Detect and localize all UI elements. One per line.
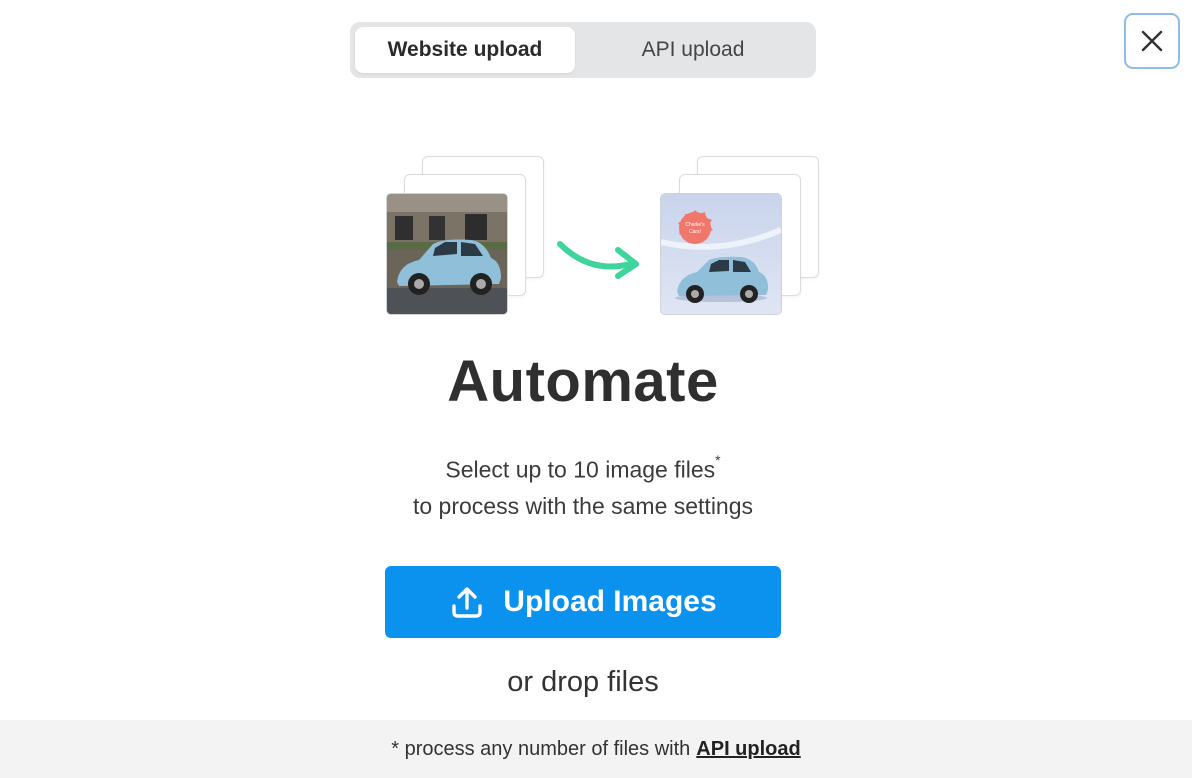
- tab-api-upload[interactable]: API upload: [575, 27, 811, 73]
- close-button[interactable]: [1124, 13, 1180, 69]
- close-icon: [1141, 30, 1163, 52]
- description-line-2: to process with the same settings: [412, 492, 754, 519]
- upload-icon: [449, 584, 485, 620]
- page-title: Automate: [447, 349, 719, 414]
- upload-mode-tabs: Website upload API upload: [350, 22, 816, 78]
- api-upload-link[interactable]: API upload: [696, 738, 800, 761]
- footer-text: * process any number of files with: [391, 737, 691, 760]
- footer-note: * process any number of files with API u…: [0, 720, 1192, 778]
- upload-images-button[interactable]: Upload Images: [385, 566, 781, 638]
- transform-arrow-icon: [557, 241, 639, 279]
- footnote-mark: *: [715, 452, 721, 468]
- description-line-1: Select up to 10 image files: [445, 456, 716, 483]
- upload-images-label: Upload Images: [503, 585, 717, 618]
- processed-car-photo: Charlie's Cars!: [660, 193, 782, 315]
- drop-files-hint: or drop files: [507, 666, 659, 698]
- description: Select up to 10 image files* to process …: [0, 446, 1166, 524]
- automate-illustration: Charlie's Cars!: [380, 150, 830, 320]
- svg-text:Charlie's: Charlie's: [685, 222, 705, 228]
- upload-dialog: Website upload API upload Charlie's Cars…: [0, 0, 1192, 778]
- svg-text:Cars!: Cars!: [689, 229, 701, 235]
- tab-website-upload[interactable]: Website upload: [355, 27, 575, 73]
- original-car-photo: [386, 193, 508, 315]
